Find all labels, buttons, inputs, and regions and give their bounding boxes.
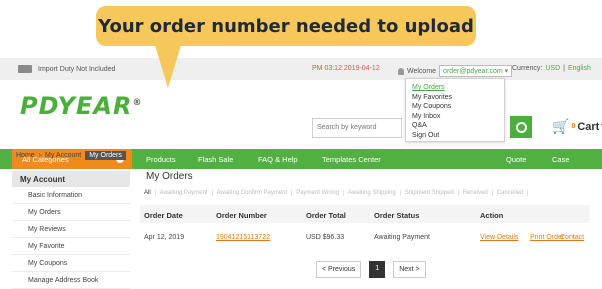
dropdown-item-my-orders[interactable]: My Orders — [412, 83, 498, 93]
account-dropdown: My Orders My Favorites My Coupons My Inb… — [405, 78, 505, 142]
order-number-link[interactable]: 19041215113722 — [216, 234, 270, 241]
nav-item-flash-sale[interactable]: Flash Sale — [198, 155, 233, 164]
brand-logo[interactable]: PDYEAR® — [20, 92, 142, 120]
currency-value[interactable]: USD — [545, 65, 560, 72]
breadcrumb-account[interactable]: My Account — [45, 152, 81, 159]
sidebar-item-orders[interactable]: My Orders — [12, 204, 130, 221]
search-button[interactable] — [510, 116, 532, 138]
dropdown-item-sign-out[interactable]: Sign Out — [412, 131, 498, 141]
top-bar: Import Duty Not Included PM 03:12 2019-0… — [0, 58, 602, 80]
search-input[interactable]: Search by keyword — [312, 118, 402, 138]
nav-item-case[interactable]: Case — [552, 155, 570, 164]
col-order-status: Order Status — [374, 211, 420, 220]
logo-text: PDYEAR — [20, 92, 133, 120]
callout-pointer — [154, 42, 182, 88]
sidebar-item-address-book[interactable]: Manage Address Book — [12, 272, 130, 289]
nav-item-faq[interactable]: FAQ & Help — [258, 155, 298, 164]
order-status: Awaiting Payment — [374, 234, 430, 241]
previous-page-button[interactable]: < Previous — [316, 261, 362, 278]
account-menu-toggle[interactable]: order@pdyear.com ▾ — [439, 65, 513, 77]
contact-link[interactable]: Contact — [560, 234, 584, 241]
breadcrumb-current: My Orders — [85, 151, 126, 160]
table-row: Apr 12, 2019 19041215113722 USD $96.33 A… — [140, 228, 590, 246]
callout-banner: Your order number needed to upload — [96, 6, 476, 46]
tab-awaiting-payment[interactable]: Awaiting Payment — [156, 190, 213, 196]
nav-item-products[interactable]: Products — [146, 155, 176, 164]
caret-down-icon: ▾ — [504, 68, 509, 75]
currency-selector: Currency: USD | English — [512, 65, 591, 72]
chevron-right-icon: › — [38, 152, 42, 159]
sidebar-item-coupons[interactable]: My Coupons — [12, 255, 130, 272]
tab-received[interactable]: Received — [459, 190, 493, 196]
user-icon — [398, 67, 404, 75]
view-details-link[interactable]: View Details — [480, 234, 518, 241]
cart-label: Cart — [577, 120, 600, 133]
breadcrumb-home[interactable]: Home — [16, 152, 35, 159]
pagination: < Previous 1 Next > — [316, 261, 426, 278]
cart-count: 0 — [571, 123, 576, 130]
cart-button[interactable]: 🛒 0 Cart ▾ — [552, 118, 602, 135]
page-number-button[interactable]: 1 — [369, 261, 386, 278]
divider: | — [563, 65, 565, 72]
tab-awaiting-shipping[interactable]: Awaiting Shipping — [344, 190, 401, 196]
import-duty-text: Import Duty Not Included — [38, 65, 116, 73]
language-value[interactable]: English — [568, 65, 591, 72]
currency-label: Currency: — [512, 65, 543, 72]
dropdown-item-my-favorites[interactable]: My Favorites — [412, 93, 498, 103]
tab-shipped[interactable]: Shipment Shipped — [401, 190, 459, 196]
nav-item-quote[interactable]: Quote — [506, 155, 526, 164]
import-duty-notice: Import Duty Not Included — [18, 65, 115, 73]
welcome-area: Welcome order@pdyear.com ▾ — [398, 65, 513, 77]
server-time: PM 03:12 2019-04-12 — [312, 65, 380, 72]
col-order-date: Order Date — [144, 211, 183, 220]
tab-awaiting-confirm[interactable]: Awaiting Confirm Payment — [213, 190, 293, 196]
breadcrumb-nav: Home › My Account My Orders — [16, 151, 126, 160]
account-sidebar: My Account Basic Information My Orders M… — [12, 171, 130, 289]
order-total: USD $96.33 — [306, 234, 345, 241]
dropdown-item-my-inbox[interactable]: My Inbox — [412, 112, 498, 122]
sidebar-item-favorite[interactable]: My Favorite — [12, 238, 130, 255]
cart-icon: 🛒 — [552, 118, 570, 134]
account-email: order@pdyear.com — [443, 68, 503, 75]
tab-cancelled[interactable]: Cancelled — [493, 190, 529, 196]
col-order-total: Order Total — [306, 211, 346, 220]
welcome-text: Welcome — [407, 67, 437, 75]
sidebar-title: My Account — [12, 171, 130, 187]
dropdown-item-my-coupons[interactable]: My Coupons — [412, 102, 498, 112]
search-icon — [515, 121, 527, 133]
tab-all[interactable]: All — [140, 190, 156, 196]
sidebar-item-reviews[interactable]: My Reviews — [12, 221, 130, 238]
registered-icon: ® — [132, 98, 143, 108]
orders-table-header: Order Date Order Number Order Total Orde… — [140, 205, 590, 223]
truck-icon — [18, 65, 32, 73]
page-title: My Orders — [146, 171, 193, 182]
col-order-number: Order Number — [216, 211, 267, 220]
tab-payment-wrong[interactable]: Payment Wrong — [292, 190, 345, 196]
col-action: Action — [480, 211, 504, 220]
nav-item-templates[interactable]: Templates Center — [322, 155, 381, 164]
sidebar-item-basic-info[interactable]: Basic Information — [12, 187, 130, 204]
dropdown-item-qa[interactable]: Q&A — [412, 121, 498, 131]
callout-text: Your order number needed to upload — [98, 15, 474, 37]
next-page-button[interactable]: Next > — [393, 261, 426, 278]
order-date: Apr 12, 2019 — [144, 234, 185, 241]
order-status-tabs: All Awaiting Payment Awaiting Confirm Pa… — [140, 190, 529, 196]
